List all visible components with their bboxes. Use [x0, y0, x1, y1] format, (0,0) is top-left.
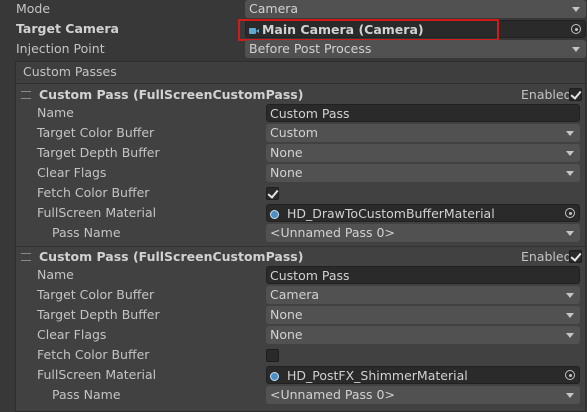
injection-point-dropdown[interactable]: Before Post Process — [245, 40, 586, 58]
pass-1-pass-name-row: Pass Name <Unnamed Pass 0> — [0, 223, 587, 243]
chevron-down-icon — [566, 171, 574, 176]
pass-1-clear-flags-row: Clear Flags None — [0, 163, 587, 183]
reorder-handle-icon[interactable] — [21, 91, 31, 99]
custom-passes-title: Custom Passes — [23, 64, 117, 79]
pass-2-material-value: HD_PostFX_ShimmerMaterial — [286, 368, 468, 383]
target-camera-label: Target Camera — [16, 21, 119, 36]
pass-2-target-color-value: Camera — [270, 287, 320, 302]
pass-1-pass-name-dropdown[interactable]: <Unnamed Pass 0> — [266, 224, 580, 242]
custom-passes-header: Custom Passes — [16, 62, 585, 84]
pass-1-target-depth-value: None — [270, 145, 303, 160]
pass-1-target-color-label: Target Color Buffer — [37, 125, 155, 140]
pass-2-pass-name-label: Pass Name — [52, 387, 121, 402]
pass-2-target-color-row: Target Color Buffer Camera — [0, 285, 587, 305]
material-sphere-icon — [270, 372, 279, 381]
pass-1-material-label: FullScreen Material — [37, 205, 157, 220]
pass-1-name-input[interactable]: Custom Pass — [266, 104, 580, 122]
pass-1-header[interactable]: Custom Pass (FullScreenCustomPass) Enabl… — [0, 85, 587, 105]
highlight-box — [238, 19, 499, 41]
pass-1-name-row: Name Custom Pass — [0, 103, 587, 123]
pass-2-clear-flags-row: Clear Flags None — [0, 325, 587, 345]
material-sphere-icon — [270, 210, 279, 219]
chevron-down-icon — [566, 333, 574, 338]
pass-1-name-value: Custom Pass — [270, 106, 350, 121]
pass-2-clear-flags-value: None — [270, 327, 303, 342]
pass-1-clear-flags-dropdown[interactable]: None — [266, 164, 580, 182]
chevron-down-icon — [566, 293, 574, 298]
mode-row: Mode Camera — [0, 0, 587, 19]
chevron-down-icon — [566, 231, 574, 236]
chevron-down-icon — [566, 393, 574, 398]
pass-1-target-color-row: Target Color Buffer Custom — [0, 123, 587, 143]
pass-1-fetch-color-checkbox[interactable] — [266, 187, 279, 200]
pass-1-title: Custom Pass (FullScreenCustomPass) — [39, 87, 304, 102]
pass-2-name-label: Name — [37, 267, 74, 282]
pass-2-clear-flags-dropdown[interactable]: None — [266, 326, 580, 344]
pass-2-pass-name-value: <Unnamed Pass 0> — [270, 387, 395, 402]
chevron-down-icon — [566, 151, 574, 156]
pass-2-fetch-color-checkbox[interactable] — [266, 349, 279, 362]
pass-2-fetch-color-row: Fetch Color Buffer — [0, 345, 587, 365]
pass-1-clear-flags-label: Clear Flags — [37, 165, 107, 180]
mode-label: Mode — [16, 1, 51, 16]
pass-2-name-value: Custom Pass — [270, 268, 350, 283]
pass-1-pass-name-label: Pass Name — [52, 225, 121, 240]
pass-2-fetch-color-label: Fetch Color Buffer — [37, 347, 150, 362]
object-picker-icon[interactable] — [571, 24, 581, 34]
injection-point-label: Injection Point — [16, 41, 105, 56]
mode-dropdown[interactable]: Camera — [245, 0, 586, 18]
pass-2-material-label: FullScreen Material — [37, 367, 157, 382]
pass-2-material-field[interactable]: HD_PostFX_ShimmerMaterial — [266, 366, 580, 384]
pass-2-target-depth-dropdown[interactable]: None — [266, 306, 580, 324]
pass-1-target-depth-label: Target Depth Buffer — [37, 145, 160, 160]
pass-2-pass-name-row: Pass Name <Unnamed Pass 0> — [0, 385, 587, 405]
reorder-handle-icon[interactable] — [21, 253, 31, 261]
chevron-down-icon — [566, 131, 574, 136]
pass-2-clear-flags-label: Clear Flags — [37, 327, 107, 342]
chevron-down-icon — [566, 313, 574, 318]
pass-1-material-value: HD_DrawToCustomBufferMaterial — [286, 206, 495, 221]
pass-2-pass-name-dropdown[interactable]: <Unnamed Pass 0> — [266, 386, 580, 404]
pass-1-target-color-dropdown[interactable]: Custom — [266, 124, 580, 142]
mode-value: Camera — [249, 1, 299, 16]
pass-1-enabled-checkbox[interactable] — [569, 88, 582, 101]
pass-2-title: Custom Pass (FullScreenCustomPass) — [39, 249, 304, 264]
pass-2-target-depth-value: None — [270, 307, 303, 322]
injection-point-value: Before Post Process — [249, 41, 372, 56]
chevron-down-icon — [572, 7, 580, 12]
pass-2-material-row: FullScreen Material HD_PostFX_ShimmerMat… — [0, 365, 587, 385]
pass-2-name-input[interactable]: Custom Pass — [266, 266, 580, 284]
pass-1-clear-flags-value: None — [270, 165, 303, 180]
object-picker-icon[interactable] — [565, 208, 575, 218]
pass-1-target-depth-dropdown[interactable]: None — [266, 144, 580, 162]
pass-2-target-depth-row: Target Depth Buffer None — [0, 305, 587, 325]
pass-2-header[interactable]: Custom Pass (FullScreenCustomPass) Enabl… — [0, 247, 587, 267]
pass-1-target-color-value: Custom — [270, 125, 318, 140]
pass-2-target-color-label: Target Color Buffer — [37, 287, 155, 302]
injection-point-row: Injection Point Before Post Process — [0, 39, 587, 59]
pass-1-material-field[interactable]: HD_DrawToCustomBufferMaterial — [266, 204, 580, 222]
pass-1-name-label: Name — [37, 105, 74, 120]
pass-1-material-row: FullScreen Material HD_DrawToCustomBuffe… — [0, 203, 587, 223]
pass-1-fetch-color-row: Fetch Color Buffer — [0, 183, 587, 203]
pass-2-enabled-label: Enabled — [521, 249, 572, 264]
pass-2-enabled-checkbox[interactable] — [569, 250, 582, 263]
chevron-down-icon — [572, 47, 580, 52]
object-picker-icon[interactable] — [565, 370, 575, 380]
pass-1-fetch-color-label: Fetch Color Buffer — [37, 185, 150, 200]
pass-1-enabled-label: Enabled — [521, 87, 572, 102]
pass-2-target-color-dropdown[interactable]: Camera — [266, 286, 580, 304]
pass-1-target-depth-row: Target Depth Buffer None — [0, 143, 587, 163]
pass-2-name-row: Name Custom Pass — [0, 265, 587, 285]
pass-1-pass-name-value: <Unnamed Pass 0> — [270, 225, 395, 240]
pass-2-target-depth-label: Target Depth Buffer — [37, 307, 160, 322]
